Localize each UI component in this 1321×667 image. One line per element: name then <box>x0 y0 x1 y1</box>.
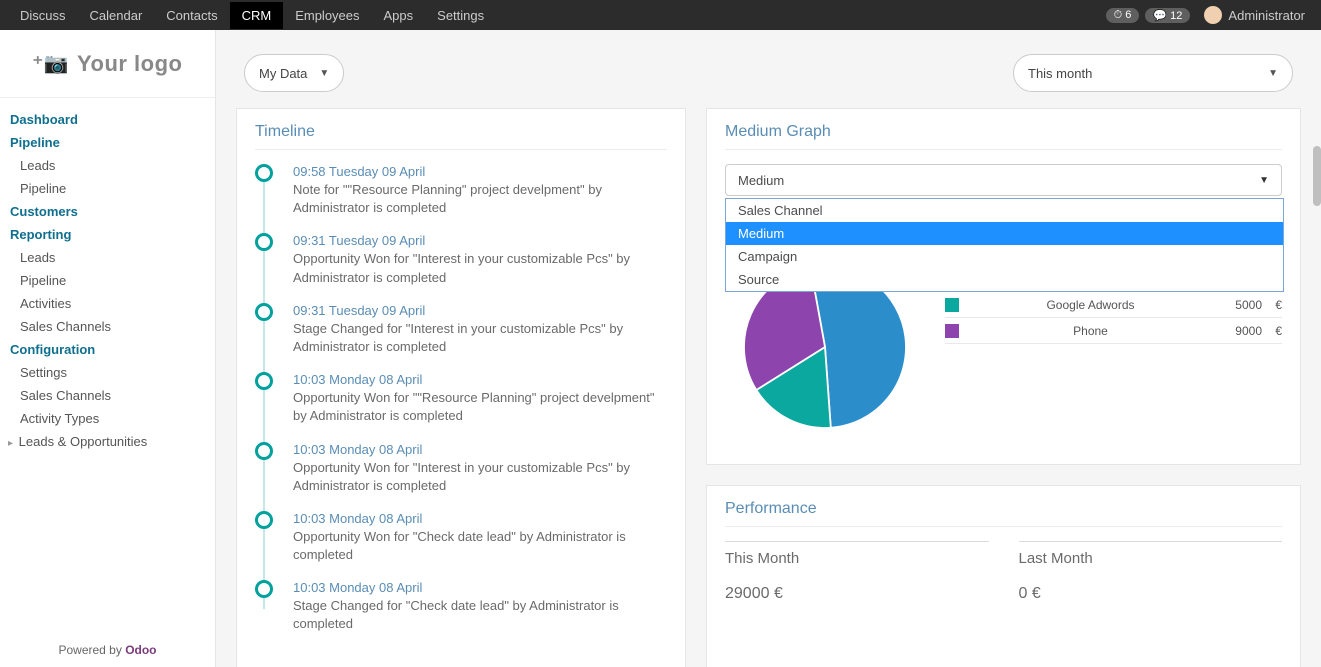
legend-value: 9000 <box>1202 324 1262 338</box>
legend-value: 5000 <box>1202 298 1262 312</box>
activity-badge[interactable]: ⏱ 6 <box>1106 8 1140 23</box>
chevron-down-icon: ▼ <box>319 68 329 79</box>
this-month-value: 29000 € <box>725 585 989 603</box>
timeline-time: 09:31 Tuesday 09 April <box>293 233 667 248</box>
caret-right-icon: ▸ <box>8 438 13 449</box>
sidebar-header-dashboard[interactable]: Dashboard <box>0 108 215 131</box>
camera-add-icon: ⁺📷 <box>33 51 69 76</box>
timeline-text: Opportunity Won for "Interest in your cu… <box>293 250 667 286</box>
timeline-text: Note for ""Resource Planning" project de… <box>293 181 667 217</box>
timeline-dot-icon <box>255 442 273 460</box>
pie-chart <box>725 266 925 446</box>
timeline-item: 09:58 Tuesday 09 April Note for ""Resourc… <box>255 164 667 217</box>
sidebar-item-leads[interactable]: Leads <box>0 154 215 177</box>
nav-calendar[interactable]: Calendar <box>78 2 155 29</box>
dropdown-option-source[interactable]: Source <box>726 268 1283 291</box>
dashboard-toolbar: My Data▼ This month▼ <box>216 30 1321 108</box>
legend-swatch-icon <box>945 324 959 338</box>
timeline-dot-icon <box>255 164 273 182</box>
last-month-label: Last Month <box>1019 550 1283 567</box>
dropdown-list: Sales ChannelMediumCampaignSource <box>725 198 1284 292</box>
nav-employees[interactable]: Employees <box>283 2 371 29</box>
period-select[interactable]: This month▼ <box>1013 54 1293 92</box>
sidebar-header-reporting[interactable]: Reporting <box>0 223 215 246</box>
sidebar-item-sales-channels[interactable]: Sales Channels <box>0 384 215 407</box>
timeline-item: 09:31 Tuesday 09 April Opportunity Won fo… <box>255 233 667 286</box>
messages-badge[interactable]: 💬 12 <box>1145 8 1190 23</box>
timeline-time: 10:03 Monday 08 April <box>293 442 667 457</box>
panel-title: Medium Graph <box>725 123 1282 150</box>
user-name: Administrator <box>1228 8 1305 23</box>
sidebar-item-sales-channels[interactable]: Sales Channels <box>0 315 215 338</box>
sidebar-header-customers[interactable]: Customers <box>0 200 215 223</box>
nav-discuss[interactable]: Discuss <box>8 2 78 29</box>
legend-swatch-icon <box>945 298 959 312</box>
sidebar-item-activities[interactable]: Activities <box>0 292 215 315</box>
dropdown-option-sales-channel[interactable]: Sales Channel <box>726 199 1283 222</box>
data-scope-select[interactable]: My Data▼ <box>244 54 344 92</box>
performance-panel: Performance This Month 29000 € Last Mont… <box>706 485 1301 667</box>
user-menu[interactable]: Administrator <box>1196 6 1313 24</box>
timeline-text: Stage Changed for "Interest in your cust… <box>293 320 667 356</box>
timeline-text: Opportunity Won for ""Resource Planning"… <box>293 389 667 425</box>
timeline-time: 09:31 Tuesday 09 April <box>293 303 667 318</box>
legend-row: Google Adwords5000€ <box>945 292 1282 318</box>
sidebar-item-leads[interactable]: Leads <box>0 246 215 269</box>
logo-text: Your logo <box>77 51 183 77</box>
timeline-item: 10:03 Monday 08 April Opportunity Won for… <box>255 442 667 495</box>
top-navbar: DiscussCalendarContactsCRMEmployeesAppsS… <box>0 0 1321 30</box>
nav-crm[interactable]: CRM <box>230 2 284 29</box>
medium-dropdown[interactable]: Medium ▼ Sales ChannelMediumCampaignSour… <box>725 164 1282 196</box>
last-month-value: 0 € <box>1019 585 1283 603</box>
odoo-link[interactable]: Odoo <box>125 643 156 657</box>
sidebar-item-settings[interactable]: Settings <box>0 361 215 384</box>
timeline-item: 10:03 Monday 08 April Opportunity Won for… <box>255 372 667 425</box>
timeline-time: 10:03 Monday 08 April <box>293 580 667 595</box>
chevron-down-icon: ▼ <box>1259 175 1269 186</box>
timeline-time: 09:58 Tuesday 09 April <box>293 164 667 179</box>
timeline-item: 09:31 Tuesday 09 April Stage Changed for … <box>255 303 667 356</box>
timeline-panel: Timeline 09:58 Tuesday 09 April Note for … <box>236 108 686 667</box>
sidebar-header-configuration[interactable]: Configuration <box>0 338 215 361</box>
legend-label: Phone <box>979 324 1202 338</box>
nav-contacts[interactable]: Contacts <box>154 2 229 29</box>
powered-by: Powered by Odoo <box>0 633 215 667</box>
legend-currency: € <box>1262 298 1282 312</box>
timeline-time: 10:03 Monday 08 April <box>293 511 667 526</box>
medium-graph-panel: Medium Graph Medium ▼ Sales ChannelMediu… <box>706 108 1301 465</box>
timeline-text: Opportunity Won for "Check date lead" by… <box>293 528 667 564</box>
avatar <box>1204 6 1222 24</box>
timeline-item: 10:03 Monday 08 April Opportunity Won for… <box>255 511 667 564</box>
chevron-down-icon: ▼ <box>1268 68 1278 79</box>
timeline-text: Opportunity Won for "Interest in your cu… <box>293 459 667 495</box>
legend-row: Phone9000€ <box>945 318 1282 344</box>
panel-title: Timeline <box>255 123 667 150</box>
sidebar-item-leads-&-opportunities[interactable]: ▸ Leads & Opportunities <box>0 430 215 453</box>
timeline-time: 10:03 Monday 08 April <box>293 372 667 387</box>
timeline-text: Stage Changed for "Check date lead" by A… <box>293 597 667 633</box>
timeline-dot-icon <box>255 372 273 390</box>
dropdown-option-medium[interactable]: Medium <box>726 222 1283 245</box>
main-content: My Data▼ This month▼ Timeline 09:58 Tues… <box>216 30 1321 667</box>
sidebar-item-pipeline[interactable]: Pipeline <box>0 177 215 200</box>
timeline-dot-icon <box>255 511 273 529</box>
this-month-label: This Month <box>725 550 989 567</box>
panel-title: Performance <box>725 500 1282 527</box>
scrollbar[interactable] <box>1309 30 1321 667</box>
sidebar: ⁺📷 Your logo DashboardPipelineLeadsPipel… <box>0 30 216 667</box>
timeline-dot-icon <box>255 303 273 321</box>
sidebar-item-activity-types[interactable]: Activity Types <box>0 407 215 430</box>
timeline-dot-icon <box>255 233 273 251</box>
legend-label: Google Adwords <box>979 298 1202 312</box>
nav-apps[interactable]: Apps <box>372 2 426 29</box>
nav-settings[interactable]: Settings <box>425 2 496 29</box>
sidebar-item-pipeline[interactable]: Pipeline <box>0 269 215 292</box>
timeline-dot-icon <box>255 580 273 598</box>
timeline-item: 10:03 Monday 08 April Stage Changed for "… <box>255 580 667 633</box>
logo[interactable]: ⁺📷 Your logo <box>0 30 215 98</box>
legend-currency: € <box>1262 324 1282 338</box>
sidebar-header-pipeline[interactable]: Pipeline <box>0 131 215 154</box>
dropdown-option-campaign[interactable]: Campaign <box>726 245 1283 268</box>
